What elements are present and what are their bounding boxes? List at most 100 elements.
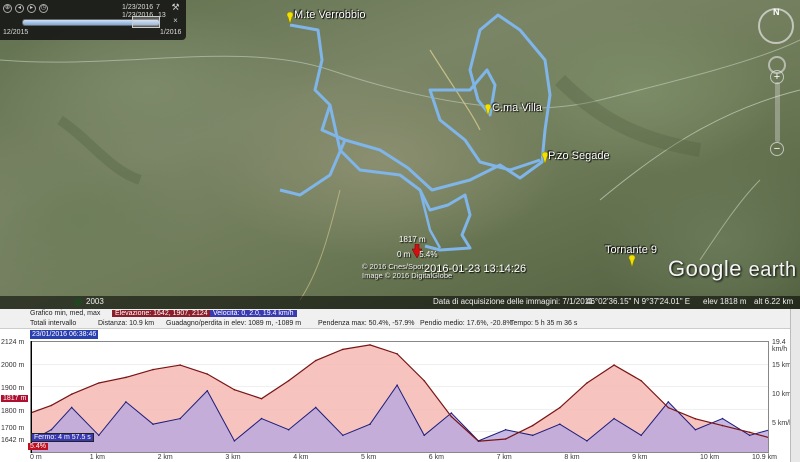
- cursor-date: 23/01/2016 06:38:46: [30, 330, 99, 339]
- speed-point: [125, 401, 127, 403]
- profile-chart[interactable]: [30, 341, 769, 453]
- speed-point: [613, 417, 615, 420]
- speed-point: [369, 423, 371, 425]
- elevation-point: [369, 344, 371, 346]
- x-tick-label: 10.9 km: [752, 454, 777, 461]
- satellite-map[interactable]: M.te Verrobbio C.ma Villa P.zo Segade To…: [0, 0, 800, 309]
- elevation-point: [396, 353, 398, 355]
- google-earth-window: M.te Verrobbio C.ma Villa P.zo Segade To…: [0, 0, 800, 462]
- elevation-point: [531, 424, 534, 427]
- wrench-icon[interactable]: ⚒: [171, 3, 180, 13]
- speed-point: [477, 440, 480, 442]
- slider-thumb[interactable]: [132, 16, 160, 28]
- y-tick-left: 2000 m: [1, 362, 25, 369]
- elevation-point: [152, 368, 154, 371]
- x-tick-label: 5 km: [360, 454, 377, 461]
- speed-point: [721, 417, 724, 420]
- elevation-point: [423, 379, 426, 382]
- speed-point: [586, 440, 588, 442]
- slider-date-start: 1/23/2016: [122, 4, 154, 11]
- elevation-point: [613, 364, 615, 366]
- speed-point: [233, 440, 236, 442]
- zoom-slider[interactable]: [775, 82, 780, 142]
- profile-scrollbar[interactable]: [790, 309, 800, 462]
- x-tick-label: 1 km: [89, 454, 105, 461]
- speed-point: [423, 434, 426, 437]
- speed-chip[interactable]: Velocità: 0, 2.0, 19.4 km/h: [210, 310, 297, 317]
- speed-point: [206, 389, 209, 392]
- profile-summary: Grafico min, med, max Elevazione: 1642, …: [0, 309, 790, 329]
- placemark-label[interactable]: Tornante 9: [605, 244, 657, 256]
- elevation-point: [586, 382, 588, 384]
- total-distance: Distanza: 10.9 km: [98, 320, 155, 327]
- time-slider[interactable]: ⊕ ◂ ▸ ◷ 1/23/2016 7 1/23/2016 13 ⚒ × 12/…: [0, 0, 186, 40]
- max-slope: Pendenza max: 50.4%, -57.9%: [318, 320, 415, 327]
- elevation-point: [450, 415, 453, 418]
- speed-point: [640, 434, 642, 437]
- x-tick-label: 4 km: [293, 454, 309, 461]
- y-tick-left: 1900 m: [1, 385, 25, 392]
- placemark-label[interactable]: P.zo Segade: [548, 150, 610, 162]
- speed-point: [50, 428, 53, 431]
- back-icon[interactable]: ◂: [15, 4, 24, 13]
- speed-point: [70, 406, 73, 409]
- placemark-label[interactable]: M.te Verrobbio: [294, 9, 366, 21]
- elevation-point: [640, 379, 642, 382]
- x-tick-label: 7 km: [496, 454, 512, 461]
- elevation-profile-panel: Grafico min, med, max Elevazione: 1642, …: [0, 309, 800, 462]
- elevation-point: [342, 348, 344, 351]
- grade-badge: 5.4%: [28, 443, 48, 450]
- cursor-elevation: 1817 m: [399, 235, 426, 244]
- elevation-point: [179, 364, 181, 366]
- speed-point: [179, 417, 181, 420]
- speed-point: [559, 423, 561, 425]
- y-tick-left: 1642 m: [1, 437, 25, 444]
- elevation-point: [125, 376, 127, 379]
- coordinates: 46°02'36.15" N 9°37'24.01" E: [586, 297, 691, 306]
- elevation-chip[interactable]: Elevazione: 1642, 1907, 2124 m: [112, 310, 219, 317]
- elevation-point: [206, 373, 209, 375]
- totals-label: Totali intervallo: [30, 320, 77, 327]
- eye-altitude: alt 6.22 km: [754, 297, 794, 306]
- elevation-point: [694, 418, 697, 420]
- total-time: Tempo: 5 h 35 m 36 s: [510, 320, 578, 327]
- average-slope: Pendio medio: 17.6%, -20.8%: [420, 320, 513, 327]
- clock-icon[interactable]: ◷: [39, 4, 48, 13]
- slider-count: 7: [156, 4, 160, 11]
- zoom-out-button[interactable]: −: [770, 142, 784, 156]
- imagery-copyright: © 2016 Cnes/Spot Image © 2016 DigitalGlob…: [362, 262, 453, 280]
- historical-year: 2003: [86, 297, 104, 306]
- x-tick-label: 3 km: [225, 454, 241, 461]
- cursor-tooltip: Fermo: 4 m 57.5 s: [31, 433, 94, 442]
- close-icon[interactable]: ×: [171, 17, 180, 26]
- cursor-distance: 0 m 5.4%: [397, 250, 438, 259]
- speed-point: [97, 434, 100, 437]
- elevation-point: [504, 438, 507, 440]
- elevation-point: [70, 393, 73, 395]
- imagery-date: Data di acquisizione delle immagini: 7/1…: [433, 297, 593, 306]
- elevation-point: [314, 359, 317, 362]
- compass-icon[interactable]: N: [758, 7, 794, 44]
- pushpin-icon[interactable]: [627, 255, 637, 267]
- zoom-time-icon[interactable]: ⊕: [3, 4, 12, 13]
- speed-point: [287, 428, 290, 431]
- y-tick-left: 1700 m: [1, 425, 25, 432]
- speed-point: [260, 417, 263, 420]
- elevation-point: [287, 379, 290, 382]
- speed-point: [342, 434, 344, 437]
- speed-point: [748, 434, 751, 437]
- elevation-point: [97, 382, 100, 384]
- speed-point: [450, 412, 453, 414]
- placemark-label[interactable]: C.ma Villa: [492, 102, 542, 114]
- play-icon[interactable]: ▸: [27, 4, 36, 13]
- slider-label-end: 1/2016: [160, 29, 182, 36]
- elevation-point: [233, 388, 236, 391]
- elevation-point: [559, 406, 561, 409]
- x-tick-label: 2 km: [157, 454, 173, 461]
- elevation-badge: 1817 m: [1, 395, 29, 402]
- elevation-point: [260, 397, 263, 400]
- x-tick-label: 10 km: [699, 454, 720, 461]
- speed-point: [152, 423, 154, 425]
- x-tick-label: 8 km: [564, 454, 580, 461]
- x-tick-label: 9 km: [632, 454, 648, 461]
